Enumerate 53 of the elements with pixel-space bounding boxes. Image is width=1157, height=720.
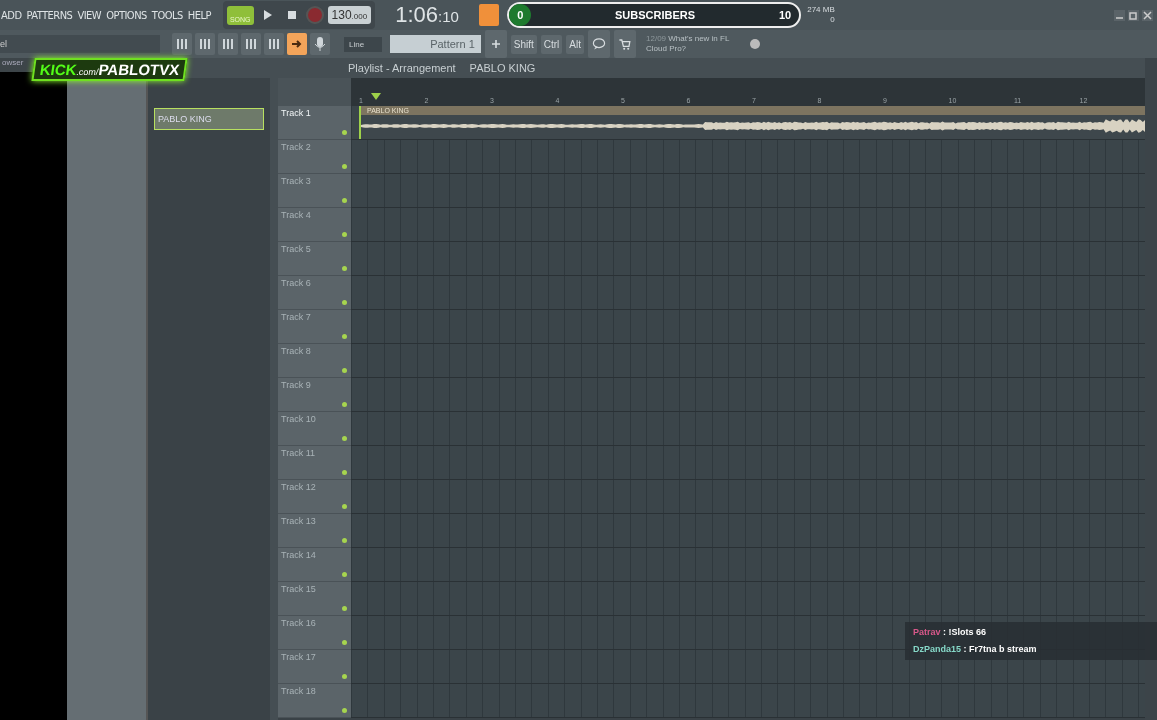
track-header[interactable]: Track 8 (278, 344, 351, 378)
track-header[interactable]: Track 15 (278, 582, 351, 616)
tempo-field[interactable]: 130.000 (327, 6, 372, 24)
key-button[interactable]: Alt (566, 34, 584, 54)
goal-count: 10 (778, 9, 793, 21)
overlay-logo: KICK.com/PABLOTVX (31, 58, 188, 81)
play-icon[interactable] (263, 10, 272, 20)
track-header[interactable]: Track 17 (278, 650, 351, 684)
speech-bubble-icon[interactable] (588, 30, 610, 58)
key-button[interactable]: Ctrl (540, 34, 563, 54)
menu-item[interactable]: PATTERNS (26, 8, 73, 22)
menu-item[interactable]: VIEW (77, 8, 102, 22)
stop-icon[interactable] (287, 11, 296, 19)
track-header[interactable]: Track 2 (278, 140, 351, 174)
track-header[interactable]: Track 3 (278, 174, 351, 208)
menu-item[interactable]: OPTIONS (106, 8, 147, 22)
track-header[interactable]: Track 11 (278, 446, 351, 480)
pattern-breadcrumb[interactable]: PABLO KING (469, 62, 536, 74)
song-time: 1:06:10 (395, 2, 460, 28)
track-header[interactable]: Track 9 (278, 378, 351, 412)
track-header[interactable]: Track 12 (278, 480, 351, 514)
track-header[interactable]: Track 16 (278, 616, 351, 650)
chat-message: DzPanda15 : Fr7tna b stream (913, 643, 1038, 656)
browser-field[interactable]: el (0, 35, 160, 53)
track-header[interactable]: Track 10 (278, 412, 351, 446)
key-button[interactable]: Shift (510, 34, 537, 54)
playlist-title: Playlist - Arrangement (348, 62, 456, 74)
pattern-selector[interactable]: Pattern 1 (390, 35, 481, 53)
chat-message: Patrav : !Slots 66 (913, 626, 988, 639)
close-icon[interactable] (1142, 9, 1153, 21)
news-ticker[interactable]: 12/09 What's new in FL Cloud Pro? (646, 34, 746, 54)
track-header[interactable]: Track 6 (278, 276, 351, 310)
goal-label: SUBSCRIBERS (614, 9, 697, 21)
track-header[interactable]: Track 13 (278, 514, 351, 548)
memory-usage: 274 MB (807, 5, 835, 15)
track-header[interactable]: Track 4 (278, 208, 351, 242)
track-header[interactable]: Track 14 (278, 548, 351, 582)
minimize-icon[interactable] (1114, 9, 1125, 21)
track-header[interactable]: Track 5 (278, 242, 351, 276)
menu-item[interactable]: HELP (187, 8, 211, 22)
menu-item[interactable]: TOOLS (151, 8, 183, 22)
track-header[interactable]: Track 1 (278, 106, 351, 140)
track-header[interactable]: Track 7 (278, 310, 351, 344)
track-header[interactable]: Track 18 (278, 684, 351, 718)
microphone-icon[interactable] (310, 33, 330, 55)
menu-item[interactable]: ADD (1, 8, 22, 22)
subscriber-count: 0 (509, 4, 532, 26)
cpu-reading: 0 (830, 15, 835, 25)
restore-icon[interactable] (1128, 9, 1139, 21)
cart-icon[interactable] (614, 30, 636, 58)
snap-dropdown[interactable]: Line (344, 36, 383, 52)
clip-item[interactable]: PABLO KING (154, 108, 264, 130)
plus-icon[interactable] (484, 30, 507, 58)
